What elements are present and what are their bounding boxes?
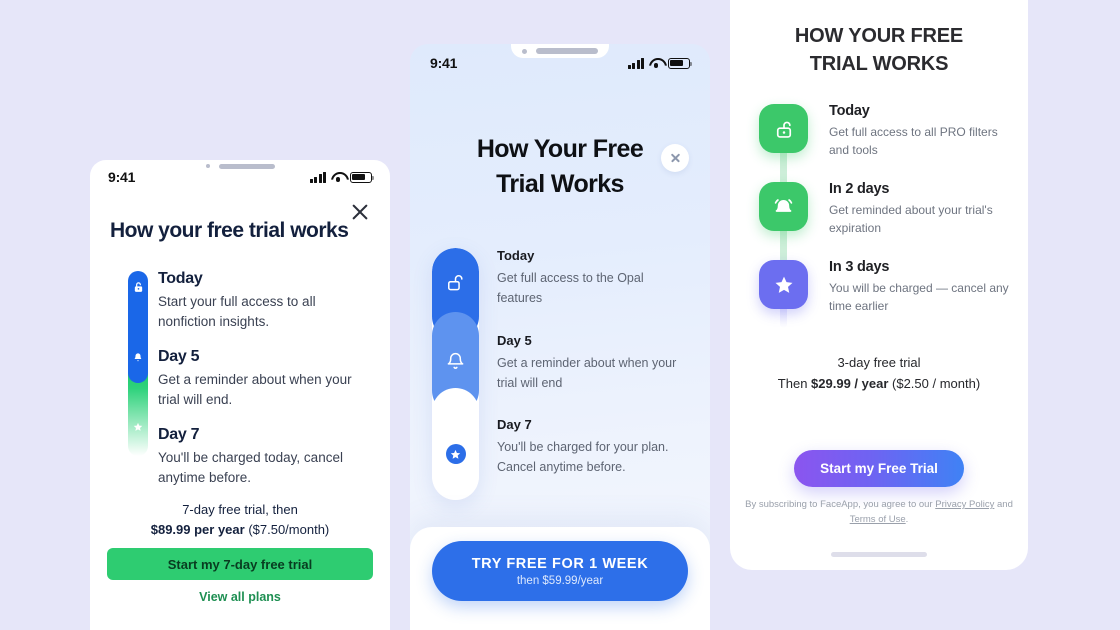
- screenshot-stage: 9:41 How your free trial works Today Sta…: [0, 0, 1120, 630]
- device-notch: [192, 160, 288, 172]
- device-notch: [511, 44, 609, 58]
- legal-suffix: .: [905, 513, 909, 525]
- camera-dot-icon: [205, 164, 210, 168]
- step-title: Today: [829, 103, 870, 119]
- bottom-sheet: TRY FREE FOR 1 WEEK then $59.99/year: [410, 527, 710, 630]
- phone-panel-blinkist: 9:41 How your free trial works Today Sta…: [90, 160, 390, 630]
- start-free-trial-button[interactable]: Start my Free Trial: [794, 450, 964, 487]
- try-free-button[interactable]: TRY FREE FOR 1 WEEK then $59.99/year: [432, 541, 688, 601]
- price-amount-line: $89.99 per year ($7.50/month): [106, 520, 374, 540]
- step-title: Day 7: [497, 417, 532, 432]
- price-trial-line: 7-day free trial, then: [182, 502, 298, 517]
- timeline-step: Today Get full access to all PRO filters…: [829, 103, 1009, 181]
- status-bar-icons: [627, 57, 692, 69]
- page-title-line2: Trial Works: [496, 169, 624, 198]
- step-title: Today: [497, 248, 535, 263]
- timeline-steps: Today Get full access to all PRO filters…: [829, 103, 1009, 337]
- speaker-grill-icon: [536, 48, 598, 54]
- price-amount-line: Then $29.99 / year ($2.50 / month): [742, 373, 1016, 394]
- timeline-segment-day7: [432, 388, 479, 500]
- bell-icon: [128, 347, 148, 367]
- price-trial-line: 3-day free trial: [837, 355, 921, 370]
- home-indicator: [831, 552, 927, 557]
- unlock-icon: [128, 277, 148, 297]
- price-suffix: ($2.50 / month): [888, 376, 981, 392]
- step-description: Get a reminder about when your trial wil…: [497, 355, 677, 390]
- price-prefix: Then: [777, 376, 812, 392]
- timeline-step: In 2 days Get reminded about your trial'…: [829, 181, 1009, 259]
- page-title-line1: HOW YOUR FREE: [794, 25, 964, 47]
- step-title: In 2 days: [829, 181, 890, 197]
- battery-icon: [668, 57, 692, 69]
- step-description: You will be charged — cancel any time ea…: [829, 281, 1009, 313]
- phone-panel-faceapp: HOW YOUR FREE TRIAL WORKS Today Get full…: [730, 0, 1028, 570]
- price-amount: $29.99 / year: [811, 376, 889, 392]
- step-description: Start your full access to all nonfiction…: [158, 294, 316, 329]
- timeline-step: Day 7 You'll be charged for your plan. C…: [497, 417, 687, 478]
- signal-icon: [627, 57, 644, 69]
- price-suffix: ($7.50/month): [244, 521, 330, 537]
- page-title: HOW YOUR FREE TRIAL WORKS: [730, 22, 1028, 79]
- price-amount: $89.99 per year: [150, 521, 245, 537]
- star-icon: [128, 417, 148, 437]
- step-title: Day 5: [158, 348, 200, 366]
- unlock-icon: [759, 104, 808, 153]
- step-title: Today: [158, 270, 203, 287]
- step-description: Get full access to all PRO filters and t…: [829, 125, 998, 157]
- price-summary: 3-day free trial Then $29.99 / year ($2.…: [742, 352, 1016, 394]
- timeline-steps: Today Get full access to the Opal featur…: [497, 248, 687, 502]
- unlock-icon: [446, 272, 465, 298]
- phone-panel-opal: 9:41 How Your Free Trial Works Today Get…: [410, 44, 710, 630]
- privacy-policy-link[interactable]: Privacy Policy: [935, 499, 994, 510]
- star-icon: [759, 260, 808, 309]
- timeline-steps: Today Start your full access to all nonf…: [158, 270, 370, 504]
- timeline-step: Day 7 You'll be charged today, cancel an…: [158, 426, 370, 487]
- step-description: You'll be charged today, cancel anytime …: [158, 450, 343, 485]
- star-icon: [445, 444, 466, 464]
- step-title: Day 5: [497, 332, 532, 348]
- try-free-button-label: TRY FREE FOR 1 WEEK: [471, 555, 649, 572]
- wifi-icon: [649, 58, 663, 69]
- page-title: How Your Free Trial Works: [410, 132, 710, 201]
- step-title: Day 7: [158, 426, 200, 444]
- step-title: In 3 days: [829, 259, 890, 275]
- step-description: Get reminded about your trial's expirati…: [829, 203, 993, 235]
- start-trial-button[interactable]: Start my 7-day free trial: [107, 548, 373, 580]
- page-title: How your free trial works: [110, 219, 349, 242]
- view-all-plans-link[interactable]: View all plans: [90, 590, 390, 604]
- camera-dot-icon: [522, 48, 527, 54]
- status-bar-time: 9:41: [430, 55, 458, 71]
- step-description: Get a reminder about when your trial wil…: [158, 372, 352, 407]
- page-title-line1: How Your Free: [476, 135, 644, 163]
- step-description: Get full access to the Opal features: [497, 271, 644, 306]
- try-free-button-subtitle: then $59.99/year: [516, 574, 604, 587]
- price-summary: 7-day free trial, then $89.99 per year (…: [106, 500, 374, 539]
- timeline-step: Day 5 Get a reminder about when your tri…: [497, 333, 687, 394]
- status-bar-icons: [309, 171, 374, 183]
- timeline-step: Today Start your full access to all nonf…: [158, 270, 370, 331]
- terms-of-use-link[interactable]: Terms of Use: [850, 514, 906, 525]
- timeline-step: Today Get full access to the Opal featur…: [497, 248, 687, 309]
- legal-mid: and: [994, 499, 1013, 510]
- signal-icon: [309, 171, 326, 183]
- timeline-step: In 3 days You will be charged — cancel a…: [829, 259, 1009, 337]
- bell-icon: [759, 182, 808, 231]
- timeline-track: [432, 248, 479, 500]
- timeline-step: Day 5 Get a reminder about when your tri…: [158, 348, 370, 409]
- step-description: You'll be charged for your plan. Cancel …: [497, 440, 669, 475]
- legal-prefix: By subscribing to FaceApp, you agree to …: [745, 499, 936, 510]
- wifi-icon: [331, 172, 345, 183]
- status-bar-time: 9:41: [108, 169, 136, 185]
- bell-icon: [446, 351, 465, 377]
- speaker-grill-icon: [218, 163, 275, 169]
- timeline-track: [128, 271, 148, 456]
- legal-text: By subscribing to FaceApp, you agree to …: [744, 498, 1014, 527]
- page-title-line2: TRIAL WORKS: [809, 53, 949, 76]
- battery-icon: [350, 171, 374, 183]
